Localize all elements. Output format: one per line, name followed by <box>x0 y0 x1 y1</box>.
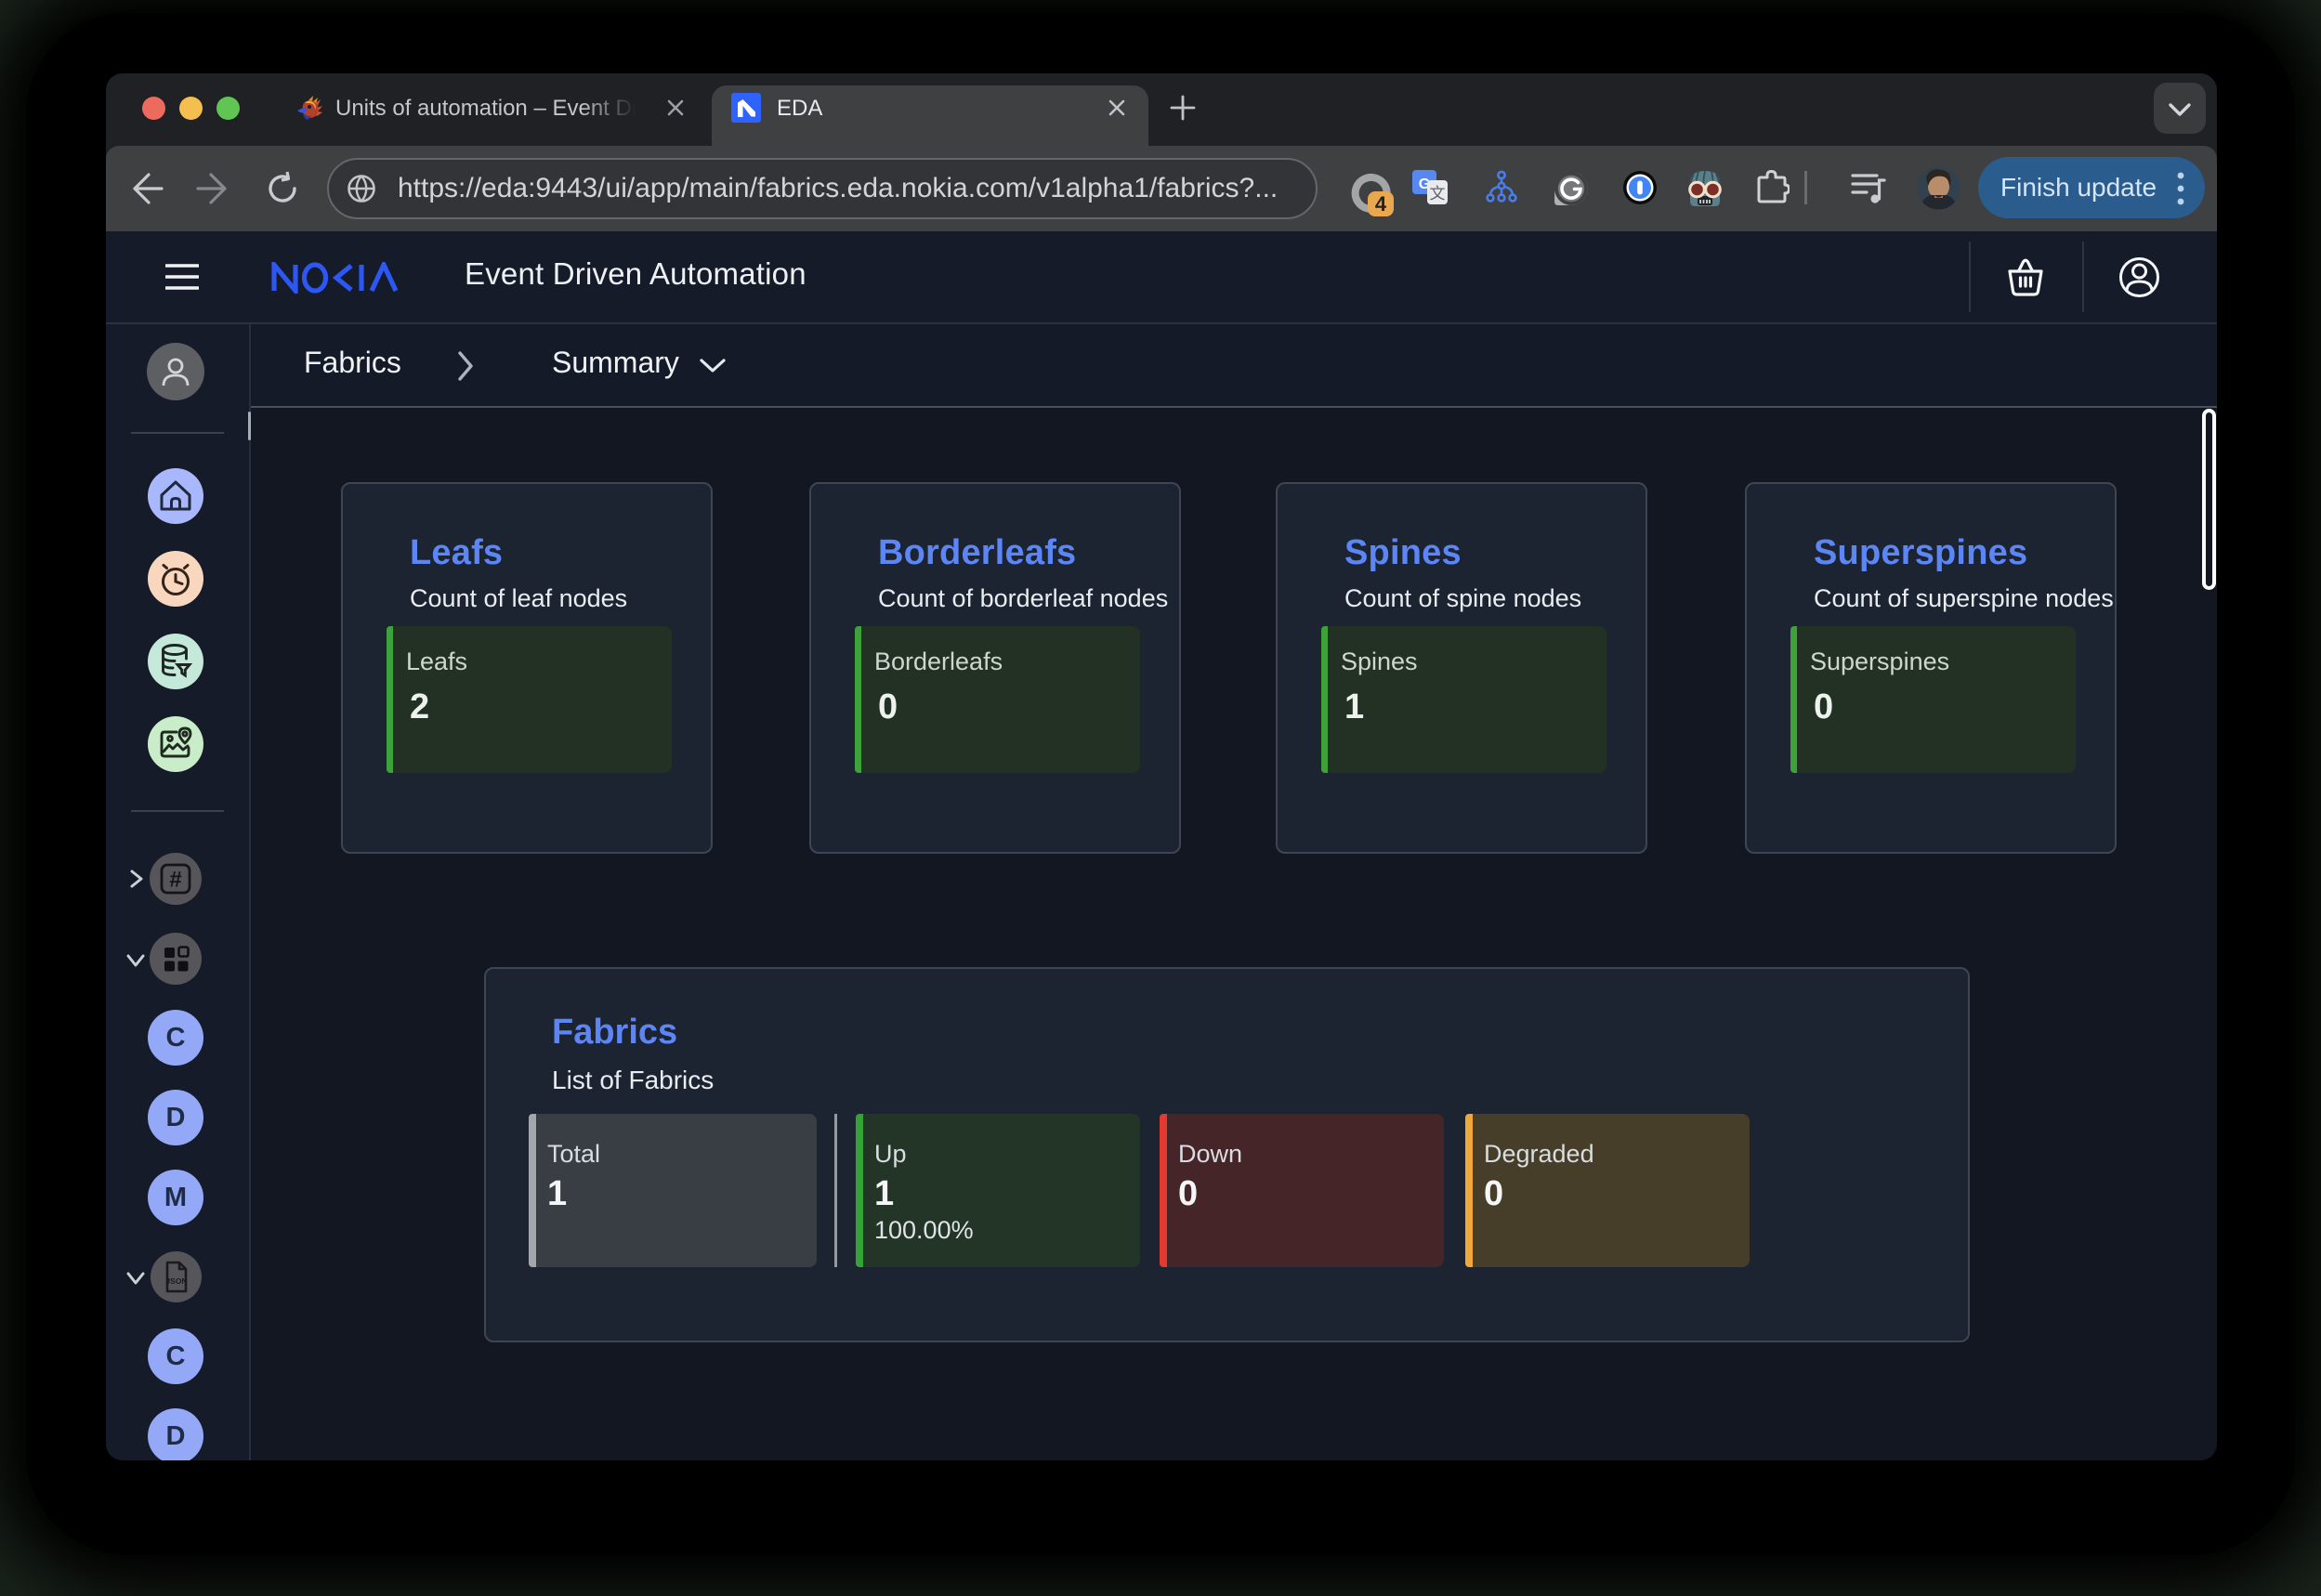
svg-text:4: 4 <box>1375 192 1387 216</box>
svg-text:#: # <box>169 868 181 893</box>
svg-text:文: 文 <box>1430 185 1446 203</box>
svg-text:JSON: JSON <box>165 1276 187 1286</box>
